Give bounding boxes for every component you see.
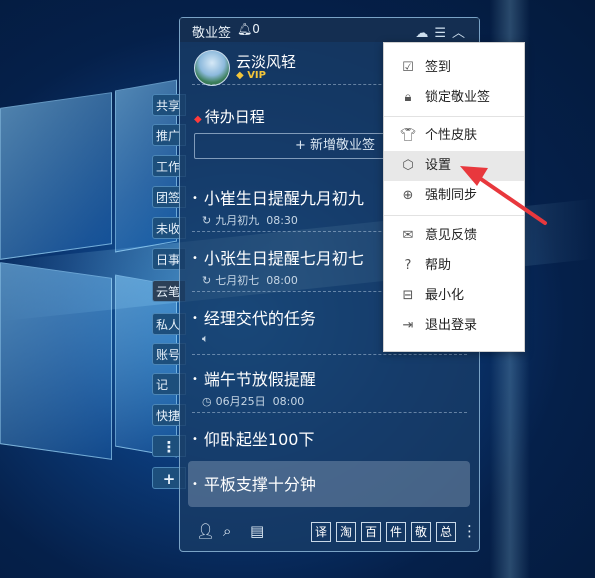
annotation-arrow (460, 166, 547, 225)
